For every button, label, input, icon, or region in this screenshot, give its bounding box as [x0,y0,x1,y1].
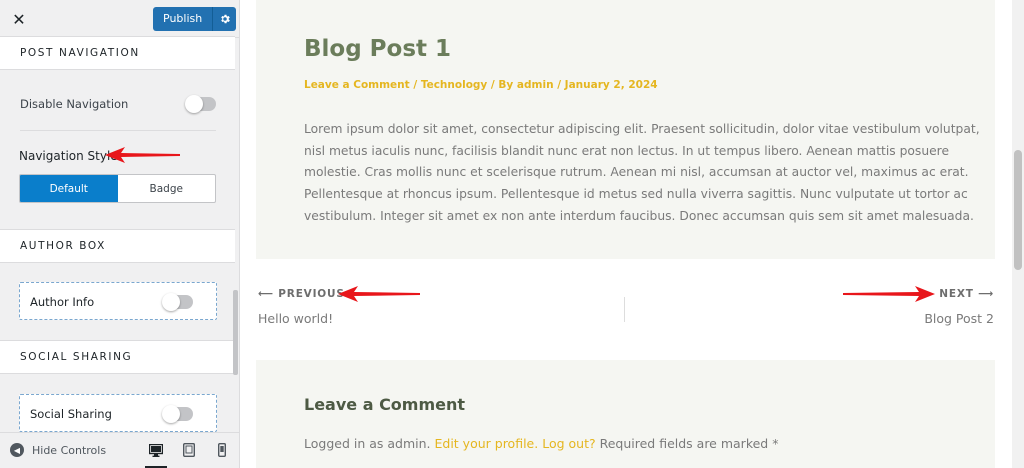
social-sharing-control: Social Sharing [19,394,217,432]
customizer-sidebar: ✕ Publish POST NAVIGATION Disable Naviga… [0,0,240,468]
section-post-navigation-title: POST NAVIGATION [0,36,235,70]
next-post-link[interactable]: NEXT ⟶ [939,288,994,300]
post-card: Blog Post 1 Leave a Comment / Technology… [256,0,995,259]
divider [20,130,216,131]
required-fields-text: Required fields are marked * [599,436,779,451]
edit-profile-link[interactable]: Edit your profile. [435,436,539,451]
comment-card: Leave a Comment Logged in as admin. Edit… [256,360,995,468]
hide-controls-label: Hide Controls [32,443,107,457]
preview-scrollbar[interactable] [1012,0,1024,468]
post-content: Lorem ipsum dolor sit amet, consectetur … [304,122,980,223]
navigation-style-label: Navigation Style [19,149,118,163]
social-sharing-toggle[interactable] [162,405,193,423]
disable-navigation-label: Disable Navigation [20,97,129,111]
previous-post-link[interactable]: ⟵ PREVIOUS [258,288,345,300]
navigation-style-badge-option[interactable]: Badge [118,175,216,202]
sidebar-scrollbar[interactable] [233,290,238,375]
author-info-toggle[interactable] [162,293,193,311]
comment-heading: Leave a Comment [304,395,466,414]
collapse-arrow-icon: ◀ [10,443,24,457]
logged-in-text: Logged in as admin. [304,436,431,451]
social-sharing-label: Social Sharing [30,407,112,421]
preview-scrollbar-thumb[interactable] [1014,150,1022,270]
author-info-control: Author Info [19,282,217,320]
publish-settings-gear-icon[interactable] [212,7,236,31]
site-preview: Blog Post 1 Leave a Comment / Technology… [240,0,1024,468]
desktop-icon[interactable] [145,439,167,468]
disable-navigation-toggle[interactable] [185,95,216,113]
mobile-icon[interactable] [211,439,233,461]
publish-button-group: Publish [153,7,237,31]
nav-divider [624,297,625,322]
tablet-icon[interactable] [178,439,200,461]
logged-in-line: Logged in as admin. Edit your profile. L… [304,436,778,451]
post-title[interactable]: Blog Post 1 [304,36,451,62]
navigation-style-selector: Default Badge [19,174,216,203]
section-social-sharing-title: SOCIAL SHARING [0,340,235,374]
next-post-title[interactable]: Blog Post 2 [924,311,994,326]
publish-button[interactable]: Publish [153,7,212,31]
post-meta[interactable]: Leave a Comment / Technology / By admin … [304,79,658,91]
previous-post-title[interactable]: Hello world! [258,311,333,326]
close-customizer-button[interactable]: ✕ [0,0,38,38]
section-author-box-title: AUTHOR BOX [0,229,235,263]
navigation-style-default-option[interactable]: Default [20,175,118,202]
author-info-label: Author Info [30,295,95,309]
customizer-footer: ◀ Hide Controls [0,432,239,468]
hide-controls-button[interactable]: ◀ Hide Controls [10,443,106,457]
customizer-header: ✕ Publish [0,0,239,38]
logout-link[interactable]: Log out? [542,436,595,451]
